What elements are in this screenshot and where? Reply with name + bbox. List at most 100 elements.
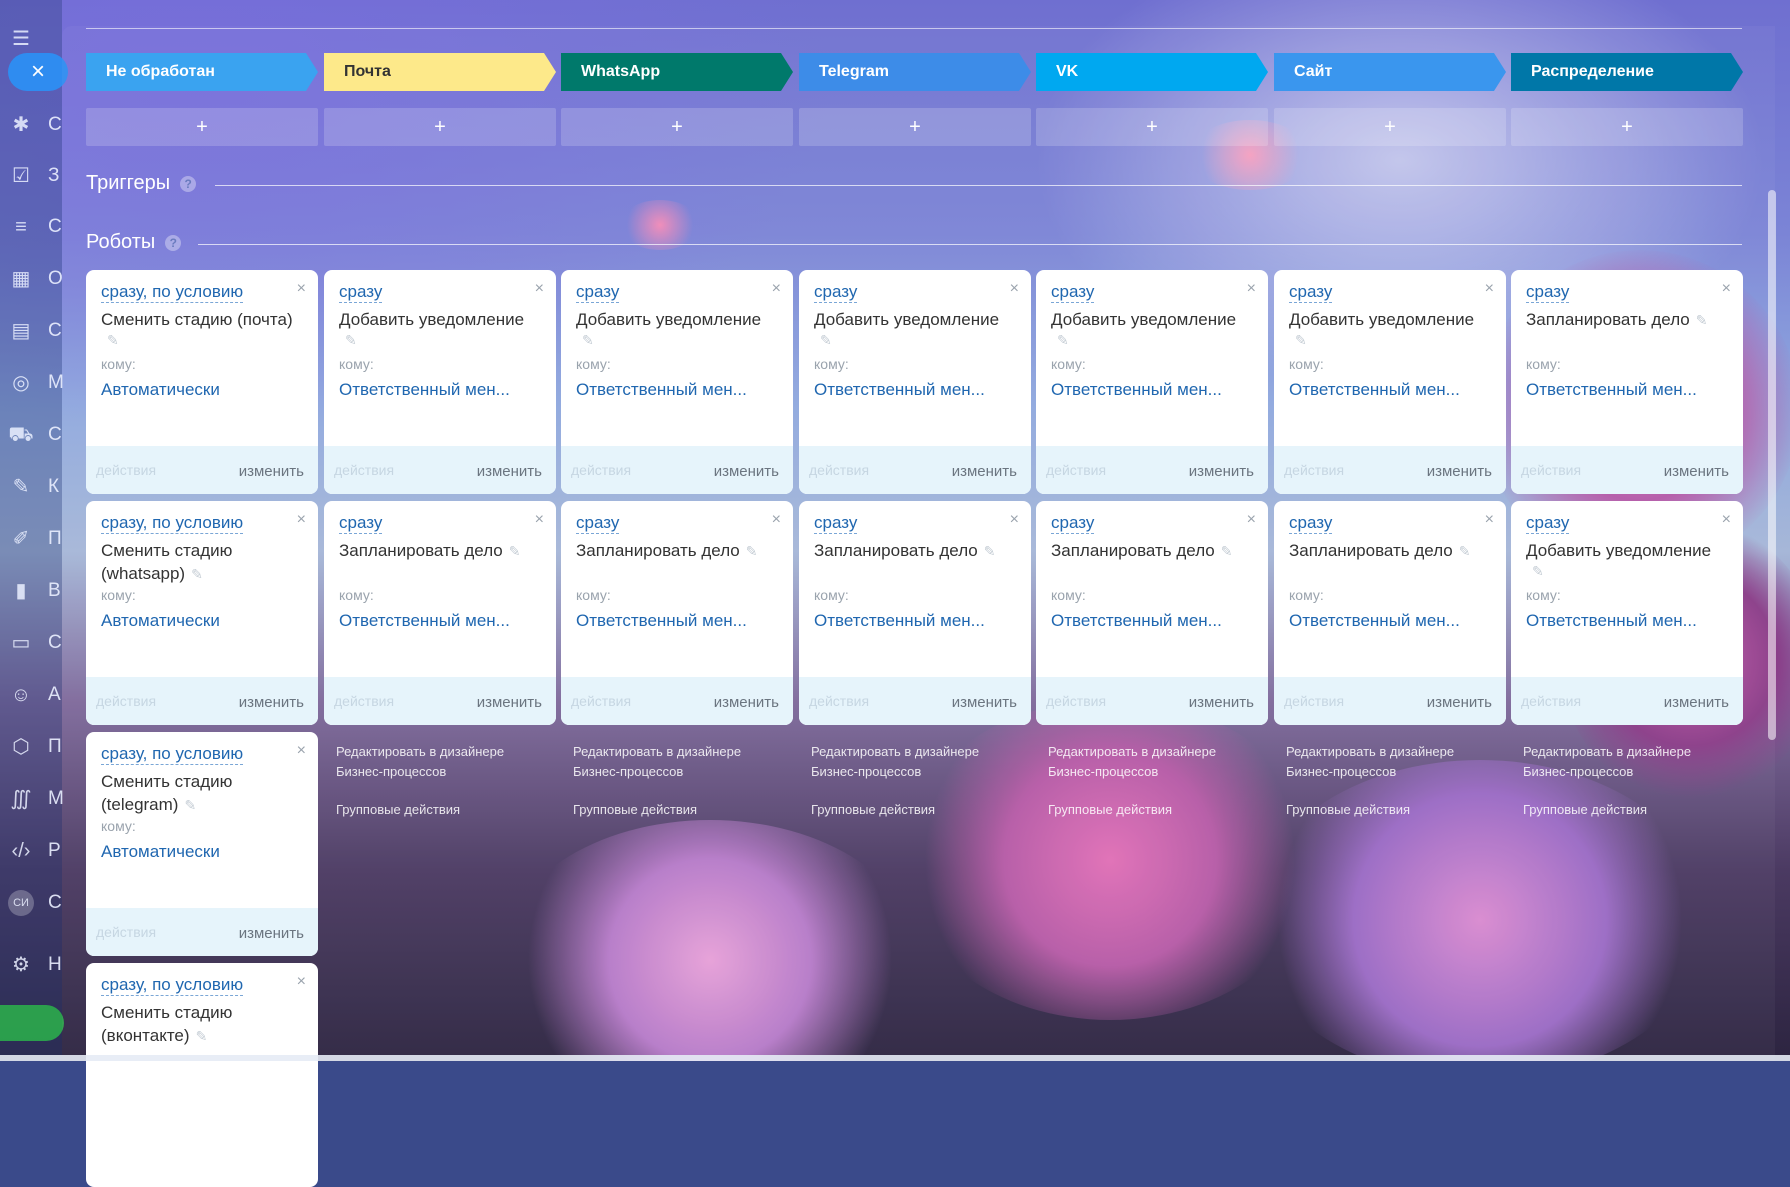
robot-condition-link[interactable]: сразу	[339, 513, 383, 534]
edit-robot-button[interactable]: изменить	[477, 694, 542, 711]
robot-condition-link[interactable]: сразу	[1289, 282, 1333, 303]
funnel-icon[interactable]: ≡	[8, 214, 34, 240]
card-icon[interactable]: ▭	[8, 630, 34, 656]
robot-card[interactable]: сразу × Запланировать дело ✎ кому: Ответс…	[1036, 501, 1268, 725]
code-icon[interactable]: ‹/›	[8, 838, 34, 864]
add-trigger-button[interactable]: +	[1511, 108, 1743, 146]
edit-robot-button[interactable]: изменить	[714, 694, 779, 711]
close-icon[interactable]: ×	[1485, 511, 1494, 529]
designer-link[interactable]: Редактировать в дизайнере Бизнес-процесс…	[336, 742, 541, 782]
robot-condition-link[interactable]: сразу	[1051, 282, 1095, 303]
robot-card[interactable]: сразу × Добавить уведомление ✎ кому: Отв…	[1274, 270, 1506, 494]
robot-condition-link[interactable]: сразу	[814, 282, 858, 303]
designer-link[interactable]: Редактировать в дизайнере Бизнес-процесс…	[573, 742, 778, 782]
edit-robot-button[interactable]: изменить	[477, 463, 542, 480]
cube-icon[interactable]: ⬡	[8, 734, 34, 760]
robot-card[interactable]: сразу × Запланировать дело ✎ кому: Ответс…	[1274, 501, 1506, 725]
designer-link[interactable]: Редактировать в дизайнере Бизнес-процесс…	[1286, 742, 1491, 782]
help-icon[interactable]: ?	[165, 234, 182, 251]
pencil-icon[interactable]: ✎	[820, 332, 832, 349]
help-icon[interactable]: ?	[180, 175, 197, 192]
group-actions-link[interactable]: Групповые действия	[336, 800, 460, 820]
robot-card[interactable]: сразу, по условию × Сменить стадию (what…	[86, 501, 318, 725]
robot-card[interactable]: сразу × Добавить уведомление ✎ кому: Отв…	[1511, 501, 1743, 725]
close-icon[interactable]: ×	[1485, 280, 1494, 298]
edit-robot-button[interactable]: изменить	[952, 694, 1017, 711]
edit-robot-button[interactable]: изменить	[1664, 463, 1729, 480]
edit-robot-button[interactable]: изменить	[1189, 694, 1254, 711]
document-icon[interactable]: ✎	[8, 474, 34, 500]
close-icon[interactable]: ×	[1010, 511, 1019, 529]
add-trigger-button[interactable]: +	[799, 108, 1031, 146]
tasks-icon[interactable]: ☑	[8, 163, 34, 189]
green-action-pill[interactable]	[0, 1005, 64, 1041]
pencil-icon[interactable]: ✎	[1221, 543, 1233, 559]
pencil-icon[interactable]: ✎	[746, 543, 758, 559]
designer-link[interactable]: Редактировать в дизайнере Бизнес-процесс…	[811, 742, 1016, 782]
add-trigger-button[interactable]: +	[1036, 108, 1268, 146]
menu-icon[interactable]: ☰	[8, 26, 34, 52]
marketing-icon[interactable]: ◎	[8, 370, 34, 396]
scrollbar[interactable]	[1768, 190, 1776, 740]
add-trigger-button[interactable]: +	[1274, 108, 1506, 146]
stage-whatsapp[interactable]: WhatsApp	[561, 53, 793, 91]
robot-icon[interactable]: ☺	[8, 682, 34, 708]
designer-link[interactable]: Редактировать в дизайнере Бизнес-процесс…	[1048, 742, 1253, 782]
close-icon[interactable]: ×	[772, 280, 781, 298]
close-icon[interactable]: ×	[1722, 511, 1731, 529]
robot-condition-link[interactable]: сразу	[814, 513, 858, 534]
avatar[interactable]: СИ	[8, 890, 34, 916]
calendar-icon[interactable]: ▦	[8, 266, 34, 292]
robot-condition-link[interactable]: сразу, по условию	[101, 282, 244, 303]
pencil-icon[interactable]: ✎	[191, 566, 203, 582]
pencil-icon[interactable]: ✎	[582, 332, 594, 349]
close-icon[interactable]: ×	[1247, 511, 1256, 529]
close-icon[interactable]: ×	[535, 280, 544, 298]
edit-robot-button[interactable]: изменить	[1664, 694, 1729, 711]
edit-robot-button[interactable]: изменить	[1189, 463, 1254, 480]
robot-card[interactable]: сразу × Добавить уведомление ✎ кому: Отв…	[561, 270, 793, 494]
gear-icon[interactable]: ⚙	[8, 952, 34, 978]
robot-condition-link[interactable]: сразу	[1051, 513, 1095, 534]
pen-icon[interactable]: ✐	[8, 526, 34, 552]
group-actions-link[interactable]: Групповые действия	[811, 800, 935, 820]
stage-telegram[interactable]: Telegram	[799, 53, 1031, 91]
close-icon[interactable]: ×	[297, 742, 306, 760]
close-icon[interactable]: ×	[772, 511, 781, 529]
robot-condition-link[interactable]: сразу	[1526, 513, 1570, 534]
edit-robot-button[interactable]: изменить	[952, 463, 1017, 480]
group-actions-link[interactable]: Групповые действия	[1286, 800, 1410, 820]
pencil-icon[interactable]: ✎	[984, 543, 996, 559]
robot-card[interactable]: сразу × Запланировать дело ✎ кому: Ответс…	[324, 501, 556, 725]
stage-pochta[interactable]: Почта	[324, 53, 556, 91]
pencil-icon[interactable]: ✎	[196, 1028, 208, 1044]
edit-robot-button[interactable]: изменить	[714, 463, 779, 480]
pencil-icon[interactable]: ✎	[1459, 543, 1471, 559]
robot-card[interactable]: сразу × Запланировать дело ✎ кому: Ответс…	[1511, 270, 1743, 494]
edit-robot-button[interactable]: изменить	[239, 463, 304, 480]
market-icon[interactable]: ∭	[8, 786, 34, 812]
robot-condition-link[interactable]: сразу	[339, 282, 383, 303]
pencil-icon[interactable]: ✎	[184, 797, 196, 813]
stage-vk[interactable]: VK	[1036, 53, 1268, 91]
close-slider-button[interactable]: ×	[8, 53, 68, 91]
sidebar-icon-feed[interactable]: ✱	[8, 112, 34, 138]
add-trigger-button[interactable]: +	[561, 108, 793, 146]
pencil-icon[interactable]: ✎	[509, 543, 521, 559]
pencil-icon[interactable]: ✎	[1295, 332, 1307, 349]
edit-robot-button[interactable]: изменить	[239, 925, 304, 942]
robot-card[interactable]: сразу × Добавить уведомление ✎ кому: Отв…	[1036, 270, 1268, 494]
drive-icon[interactable]: ▤	[8, 318, 34, 344]
designer-link[interactable]: Редактировать в дизайнере Бизнес-процесс…	[1523, 742, 1728, 782]
stage-site[interactable]: Сайт	[1274, 53, 1506, 91]
pencil-icon[interactable]: ✎	[345, 332, 357, 349]
robot-card[interactable]: сразу × Добавить уведомление ✎ кому: Отв…	[324, 270, 556, 494]
bar-chart-icon[interactable]: ▮	[8, 578, 34, 604]
edit-robot-button[interactable]: изменить	[1427, 463, 1492, 480]
cart-icon[interactable]: ⛟	[8, 422, 34, 448]
robot-card[interactable]: сразу × Запланировать дело ✎ кому: Ответс…	[561, 501, 793, 725]
close-icon[interactable]: ×	[1247, 280, 1256, 298]
robot-card[interactable]: сразу, по условию × Сменить стадию (tele…	[86, 732, 318, 956]
close-icon[interactable]: ×	[1010, 280, 1019, 298]
close-icon[interactable]: ×	[535, 511, 544, 529]
